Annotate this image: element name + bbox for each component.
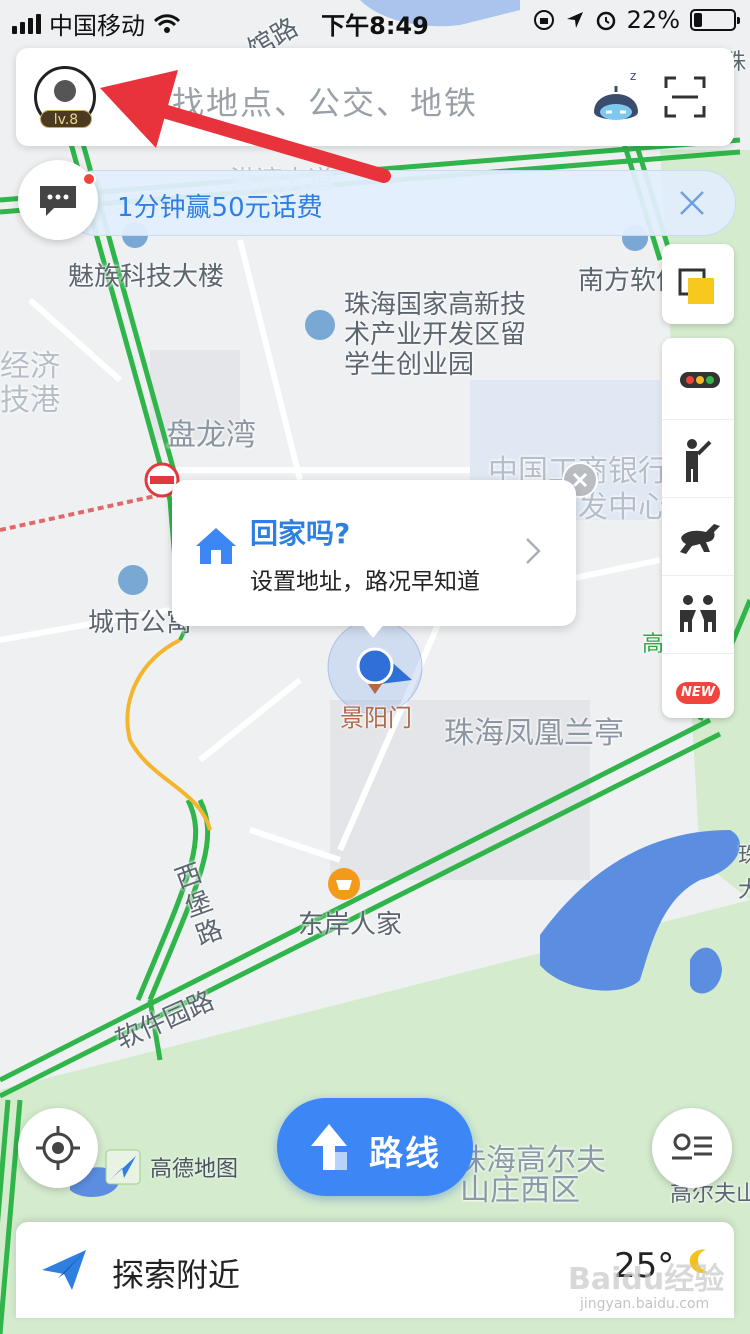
search-bar[interactable]: lv.8 查找地点、公交、地铁 z <box>16 48 734 146</box>
close-icon[interactable] <box>677 188 707 218</box>
popup-subtitle: 设置地址，路况早知道 <box>250 569 480 595</box>
place-list-icon <box>672 1133 712 1160</box>
saved-places-button[interactable] <box>652 1108 732 1188</box>
map-label-panlongwan[interactable]: 盘龙湾 <box>166 410 256 454</box>
horse-icon <box>680 524 720 554</box>
map-label-line: 山庄西区 <box>460 1173 580 1208</box>
battery-fill <box>694 13 703 27</box>
search-input[interactable]: 查找地点、公交、地铁 <box>138 78 478 124</box>
taxi-button[interactable] <box>662 420 734 498</box>
new-badge: NEW <box>676 682 720 704</box>
popup-pointer <box>360 622 386 638</box>
route-label: 路线 <box>369 1134 441 1174</box>
map-label-line: 珠海国家高新技 <box>344 290 527 320</box>
notification-dot <box>82 172 96 186</box>
map-label-line: 经济 <box>0 349 60 384</box>
level-badge: lv.8 <box>40 110 92 128</box>
explore-label: 探索附近 <box>112 1256 241 1294</box>
map-label-dongan[interactable]: 东岸人家 <box>298 904 402 941</box>
battery-percent: 22% <box>626 6 680 34</box>
locate-button[interactable] <box>18 1108 98 1188</box>
location-arrow-icon <box>566 12 583 28</box>
map-label-jingyangmen[interactable]: 景阳门 <box>340 698 412 733</box>
watermark-url: jingyan.baidu.com <box>580 1296 710 1312</box>
promo-banner[interactable]: 1分钟赢50元话费 <box>64 170 736 236</box>
status-bar: 中国移动 下午8:49 22% <box>0 0 750 40</box>
map-label-line: 学生创业园 <box>344 350 475 380</box>
home-icon <box>196 528 236 564</box>
new-feature-button[interactable]: NEW <box>662 654 734 732</box>
people-icon <box>680 595 716 632</box>
chevron-right-icon <box>526 538 541 564</box>
map-label-line: 大 <box>738 878 750 903</box>
amap-logo: 高德地图 <box>104 1148 238 1186</box>
scan-icon[interactable] <box>662 74 708 120</box>
watermark: Baidu经验 <box>568 1262 725 1297</box>
traffic-button[interactable] <box>662 342 734 420</box>
route-arrow-icon <box>311 1124 347 1170</box>
map-label-edge-right: 珠 大 <box>738 840 750 908</box>
traffic-light-icon <box>680 372 720 388</box>
promo-text[interactable]: 1分钟赢50元话费 <box>117 187 323 224</box>
alarm-icon <box>596 11 615 31</box>
popup-title: 回家吗? <box>250 517 351 550</box>
map-label-line: 术产业开发区留 <box>344 320 527 350</box>
map-label-fenghuang[interactable]: 珠海凤凰兰亭 <box>444 708 624 752</box>
locate-crosshair-icon <box>36 1126 80 1170</box>
paper-plane-icon <box>42 1250 86 1290</box>
map-label-line: 珠 <box>738 844 750 869</box>
map-label-line: 技港 <box>0 383 60 418</box>
travel-button[interactable] <box>662 498 734 576</box>
map-label-meizu[interactable]: 魅族科技大楼 <box>68 256 224 293</box>
hail-person-icon <box>686 439 712 482</box>
map-label-line: 珠海高尔夫 <box>456 1143 606 1178</box>
route-button[interactable]: 路线 <box>277 1098 473 1196</box>
svg-text:z: z <box>630 69 636 83</box>
amap-logo-text: 高德地图 <box>150 1157 239 1182</box>
layers-icon <box>678 268 714 304</box>
map-label-economy[interactable]: 经济 技港 <box>0 350 60 418</box>
social-button[interactable] <box>662 576 734 654</box>
map-label-golf[interactable]: 珠海高尔夫 山庄西区 <box>456 1146 606 1206</box>
voice-assistant-robot-icon[interactable]: z <box>586 68 648 130</box>
battery-icon <box>690 9 740 31</box>
amap-logo-icon <box>105 1149 141 1185</box>
map-label-zhuhai-park[interactable]: 珠海国家高新技 术产业开发区留 学生创业园 <box>344 290 526 380</box>
map-tools-panel: NEW <box>662 338 734 718</box>
home-prompt-card[interactable]: 回家吗? 设置地址，路况早知道 <box>172 480 576 626</box>
rotation-lock-icon <box>533 10 554 30</box>
layers-button[interactable] <box>662 244 734 324</box>
poi-restaurant-icon <box>328 868 360 900</box>
